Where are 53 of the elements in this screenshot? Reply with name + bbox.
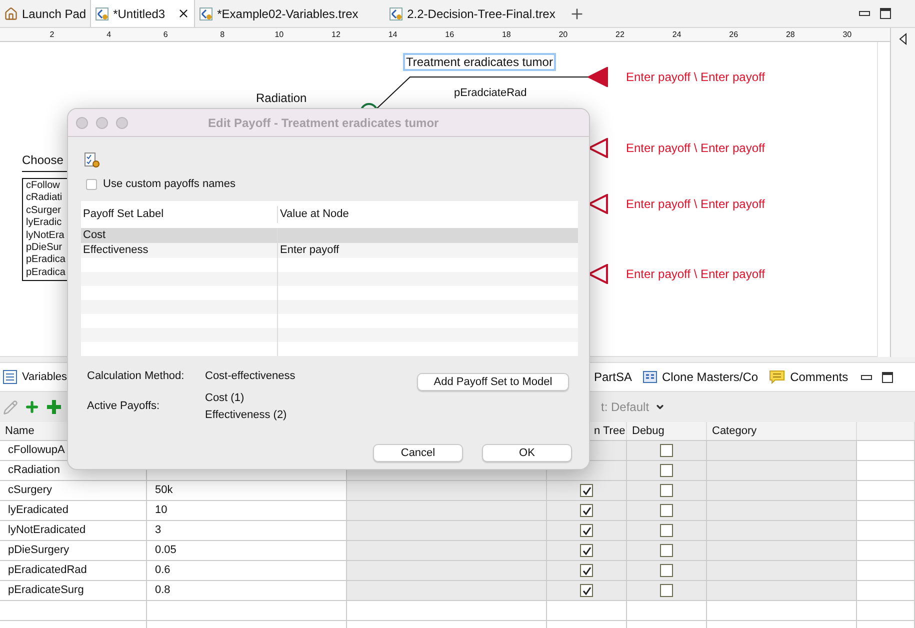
table-cell-text: pEradicateSurg	[8, 583, 84, 598]
ruler-number: 8	[220, 29, 225, 41]
variable-name: lyNotEra	[26, 230, 66, 242]
ruler-number: 26	[729, 29, 738, 41]
ruler-number: 24	[672, 29, 682, 41]
payoff-item: Cost (1)	[205, 391, 246, 406]
table-cell-text: cFollowupA	[8, 443, 65, 458]
window-title: Edit Payoff - Treatment eradicates tumor	[208, 114, 439, 132]
table-cell-text: cSurgery	[8, 483, 52, 498]
variable-name: cSurger	[26, 204, 62, 218]
table-cell-text: 10	[155, 503, 168, 518]
ruler-number: 2	[50, 29, 54, 41]
table-cell-text: Enter payoff	[280, 242, 340, 258]
table-cell-text: Cost	[83, 228, 106, 243]
ruler-number: 22	[616, 29, 624, 41]
field-value: Cost-effectiveness	[205, 368, 296, 384]
table-cell-text: 0.8	[155, 583, 170, 598]
table-cell-text: pDieSurgery	[8, 543, 70, 558]
payoff-text: Enter payoff \ Enter payoff	[626, 266, 765, 283]
table-cell-text: cRadiation	[8, 463, 60, 478]
payoff-text: Enter payoff \ Enter payoff	[626, 196, 765, 213]
branch-label: Radiation	[256, 90, 307, 107]
ruler-number: 30	[842, 29, 852, 41]
ruler-number: 18	[502, 29, 511, 41]
field-label: Active Payoffs:	[87, 399, 161, 414]
payoff-text: Enter payoff \ Enter payoff	[626, 69, 765, 86]
field-label: Calculation Method:	[87, 368, 186, 384]
table-cell-text: lyNotEradicated	[8, 523, 86, 538]
variable-name: pEradica	[26, 254, 66, 267]
variable-name: lyEradic	[26, 217, 63, 230]
branch-probability: pEradciateRad	[454, 86, 527, 101]
table-cell-text: pEradicatedRad	[8, 563, 87, 578]
ruler-number: 20	[558, 29, 568, 41]
table-cell-text: 0.05	[155, 543, 176, 558]
variable-name: pDieSur	[26, 242, 64, 254]
table-cell-text: 3	[155, 523, 162, 538]
ruler-number: 14	[388, 29, 398, 41]
ruler-number: 16	[445, 29, 454, 41]
ruler-number: 10	[274, 29, 284, 41]
variable-name: pEradica	[26, 266, 66, 280]
variable-name: cFollow	[26, 180, 61, 192]
table-cell-text: Effectiveness	[83, 242, 148, 258]
table-cell-text: 0.6	[155, 563, 170, 578]
payoff-text: Enter payoff \ Enter payoff	[626, 140, 765, 157]
ruler-number: 28	[786, 29, 795, 41]
node-label: Choose	[22, 152, 64, 169]
ruler-number: 6	[163, 29, 168, 41]
table-cell-text: lyEradicated	[8, 503, 69, 518]
ruler-number: 12	[332, 29, 340, 41]
variable-name: cRadiati	[26, 192, 64, 205]
ruler-number: 4	[106, 29, 112, 41]
table-cell-text: 50k	[155, 483, 173, 498]
payoff-item: Effectiveness (2)	[205, 408, 288, 422]
